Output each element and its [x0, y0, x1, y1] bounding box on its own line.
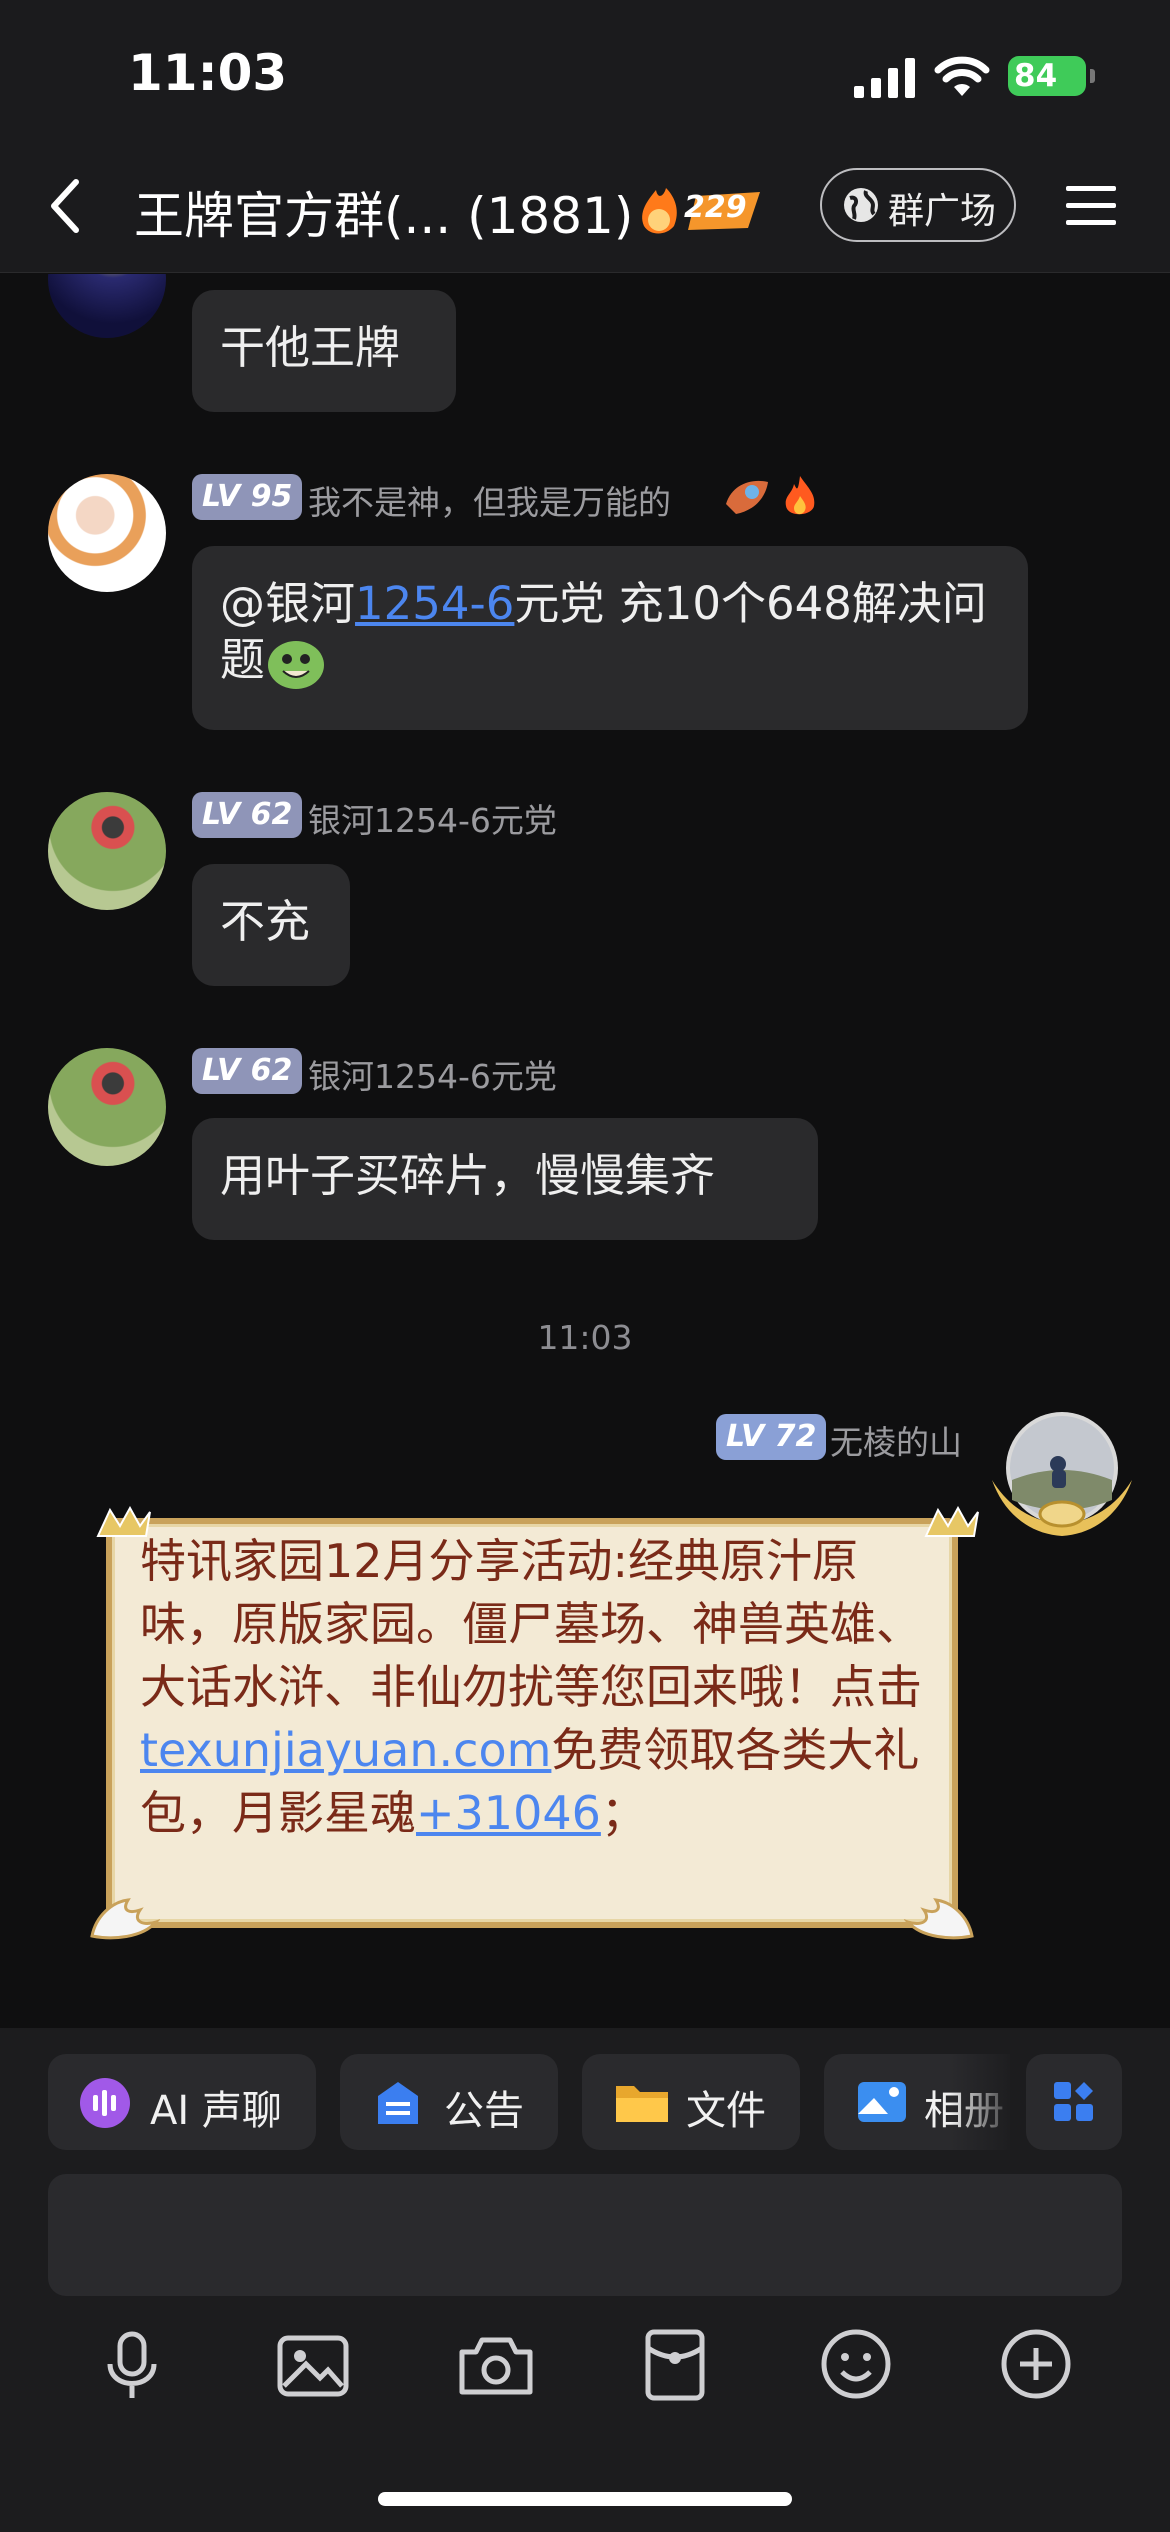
- chips-fade: [950, 2054, 1020, 2150]
- level-badge: LV 62: [192, 1048, 303, 1094]
- message-text: 干他王牌: [220, 321, 401, 374]
- message-text-prefix: @银河: [220, 577, 356, 630]
- camera-icon[interactable]: [458, 2334, 534, 2398]
- chip-label: 公告: [444, 2088, 524, 2134]
- message-link[interactable]: +31046: [416, 1786, 601, 1840]
- message-bubble[interactable]: 用叶子买碎片，慢慢集齐: [192, 1118, 818, 1240]
- battery-icon: 84: [1008, 56, 1095, 96]
- globe-icon: [842, 186, 880, 224]
- level-badge: LV 95: [192, 474, 303, 520]
- sender-nickname[interactable]: 银河1254-6元党: [308, 1050, 557, 1098]
- message-bubble[interactable]: @银河1254-6元党 充10个648解决问题: [192, 546, 1028, 730]
- message-bubble[interactable]: 不充: [192, 864, 350, 986]
- plus-icon[interactable]: [1000, 2328, 1072, 2400]
- level-badge: LV 62: [192, 792, 303, 838]
- sender-nickname[interactable]: 无棱的山: [830, 1416, 962, 1464]
- folder-icon: [614, 2078, 670, 2126]
- bubble-corner-ornament-icon: [88, 1896, 161, 1940]
- sender-nickname[interactable]: 银河1254-6元党: [308, 794, 557, 842]
- game-badge-icon: [722, 472, 772, 518]
- fire-count: 229: [684, 190, 747, 225]
- avatar[interactable]: [48, 792, 166, 910]
- bubble-corner-ornament-icon: [924, 1505, 980, 1540]
- message-link[interactable]: texunjiayuan.com: [140, 1723, 551, 1777]
- message-text-part: 特讯家园12月分享活动:经典原汁原味，原版家园。僵尸墓场、神兽英雄、大话水浒、非…: [140, 1534, 922, 1714]
- message-text-part: ；: [600, 1786, 647, 1840]
- group-title[interactable]: 王牌官方群(... (1881): [134, 176, 633, 248]
- message-text: 用叶子买碎片，慢慢集齐: [220, 1149, 716, 1202]
- sticker-emoji-icon: [265, 635, 327, 691]
- microphone-icon[interactable]: [102, 2330, 162, 2400]
- image-icon[interactable]: [276, 2334, 350, 2398]
- emoji-icon[interactable]: [820, 2328, 892, 2400]
- wifi-icon: [934, 56, 990, 98]
- message-link[interactable]: 1254-6: [355, 577, 514, 630]
- album-icon: [856, 2078, 908, 2126]
- avatar-with-frame[interactable]: [988, 1410, 1136, 1540]
- status-time: 11:03: [128, 44, 288, 102]
- chip-label: 文件: [686, 2088, 766, 2134]
- decorated-message-text: 特讯家园12月分享活动:经典原汁原味，原版家园。僵尸墓场、神兽英雄、大话水浒、非…: [140, 1530, 930, 1845]
- level-badge: LV 72: [716, 1414, 827, 1460]
- message-input[interactable]: [48, 2174, 1122, 2296]
- ai-voice-icon: [80, 2078, 130, 2128]
- avatar[interactable]: [48, 1048, 166, 1166]
- home-indicator[interactable]: [378, 2492, 792, 2506]
- fire-badge[interactable]: 229: [636, 182, 764, 238]
- apps-grid-icon: [1052, 2080, 1096, 2124]
- fire-icon: [782, 474, 818, 518]
- message-timestamp: 11:03: [537, 1318, 633, 1357]
- sender-nickname[interactable]: 我不是神，但我是万能的: [308, 476, 671, 524]
- battery-level: 84: [1014, 58, 1058, 94]
- bubble-corner-ornament-icon: [903, 1896, 976, 1940]
- announcement-icon: [372, 2076, 424, 2128]
- avatar[interactable]: [48, 474, 166, 592]
- back-icon[interactable]: [40, 176, 90, 236]
- message-text: 不充: [220, 895, 311, 948]
- signal-icon: [854, 58, 916, 98]
- chip-label: AI 声聊: [150, 2088, 282, 2134]
- menu-icon[interactable]: [1064, 182, 1118, 230]
- message-bubble[interactable]: 干他王牌: [192, 290, 456, 412]
- red-packet-icon[interactable]: [644, 2328, 706, 2402]
- group-square-label: 群广场: [888, 191, 997, 232]
